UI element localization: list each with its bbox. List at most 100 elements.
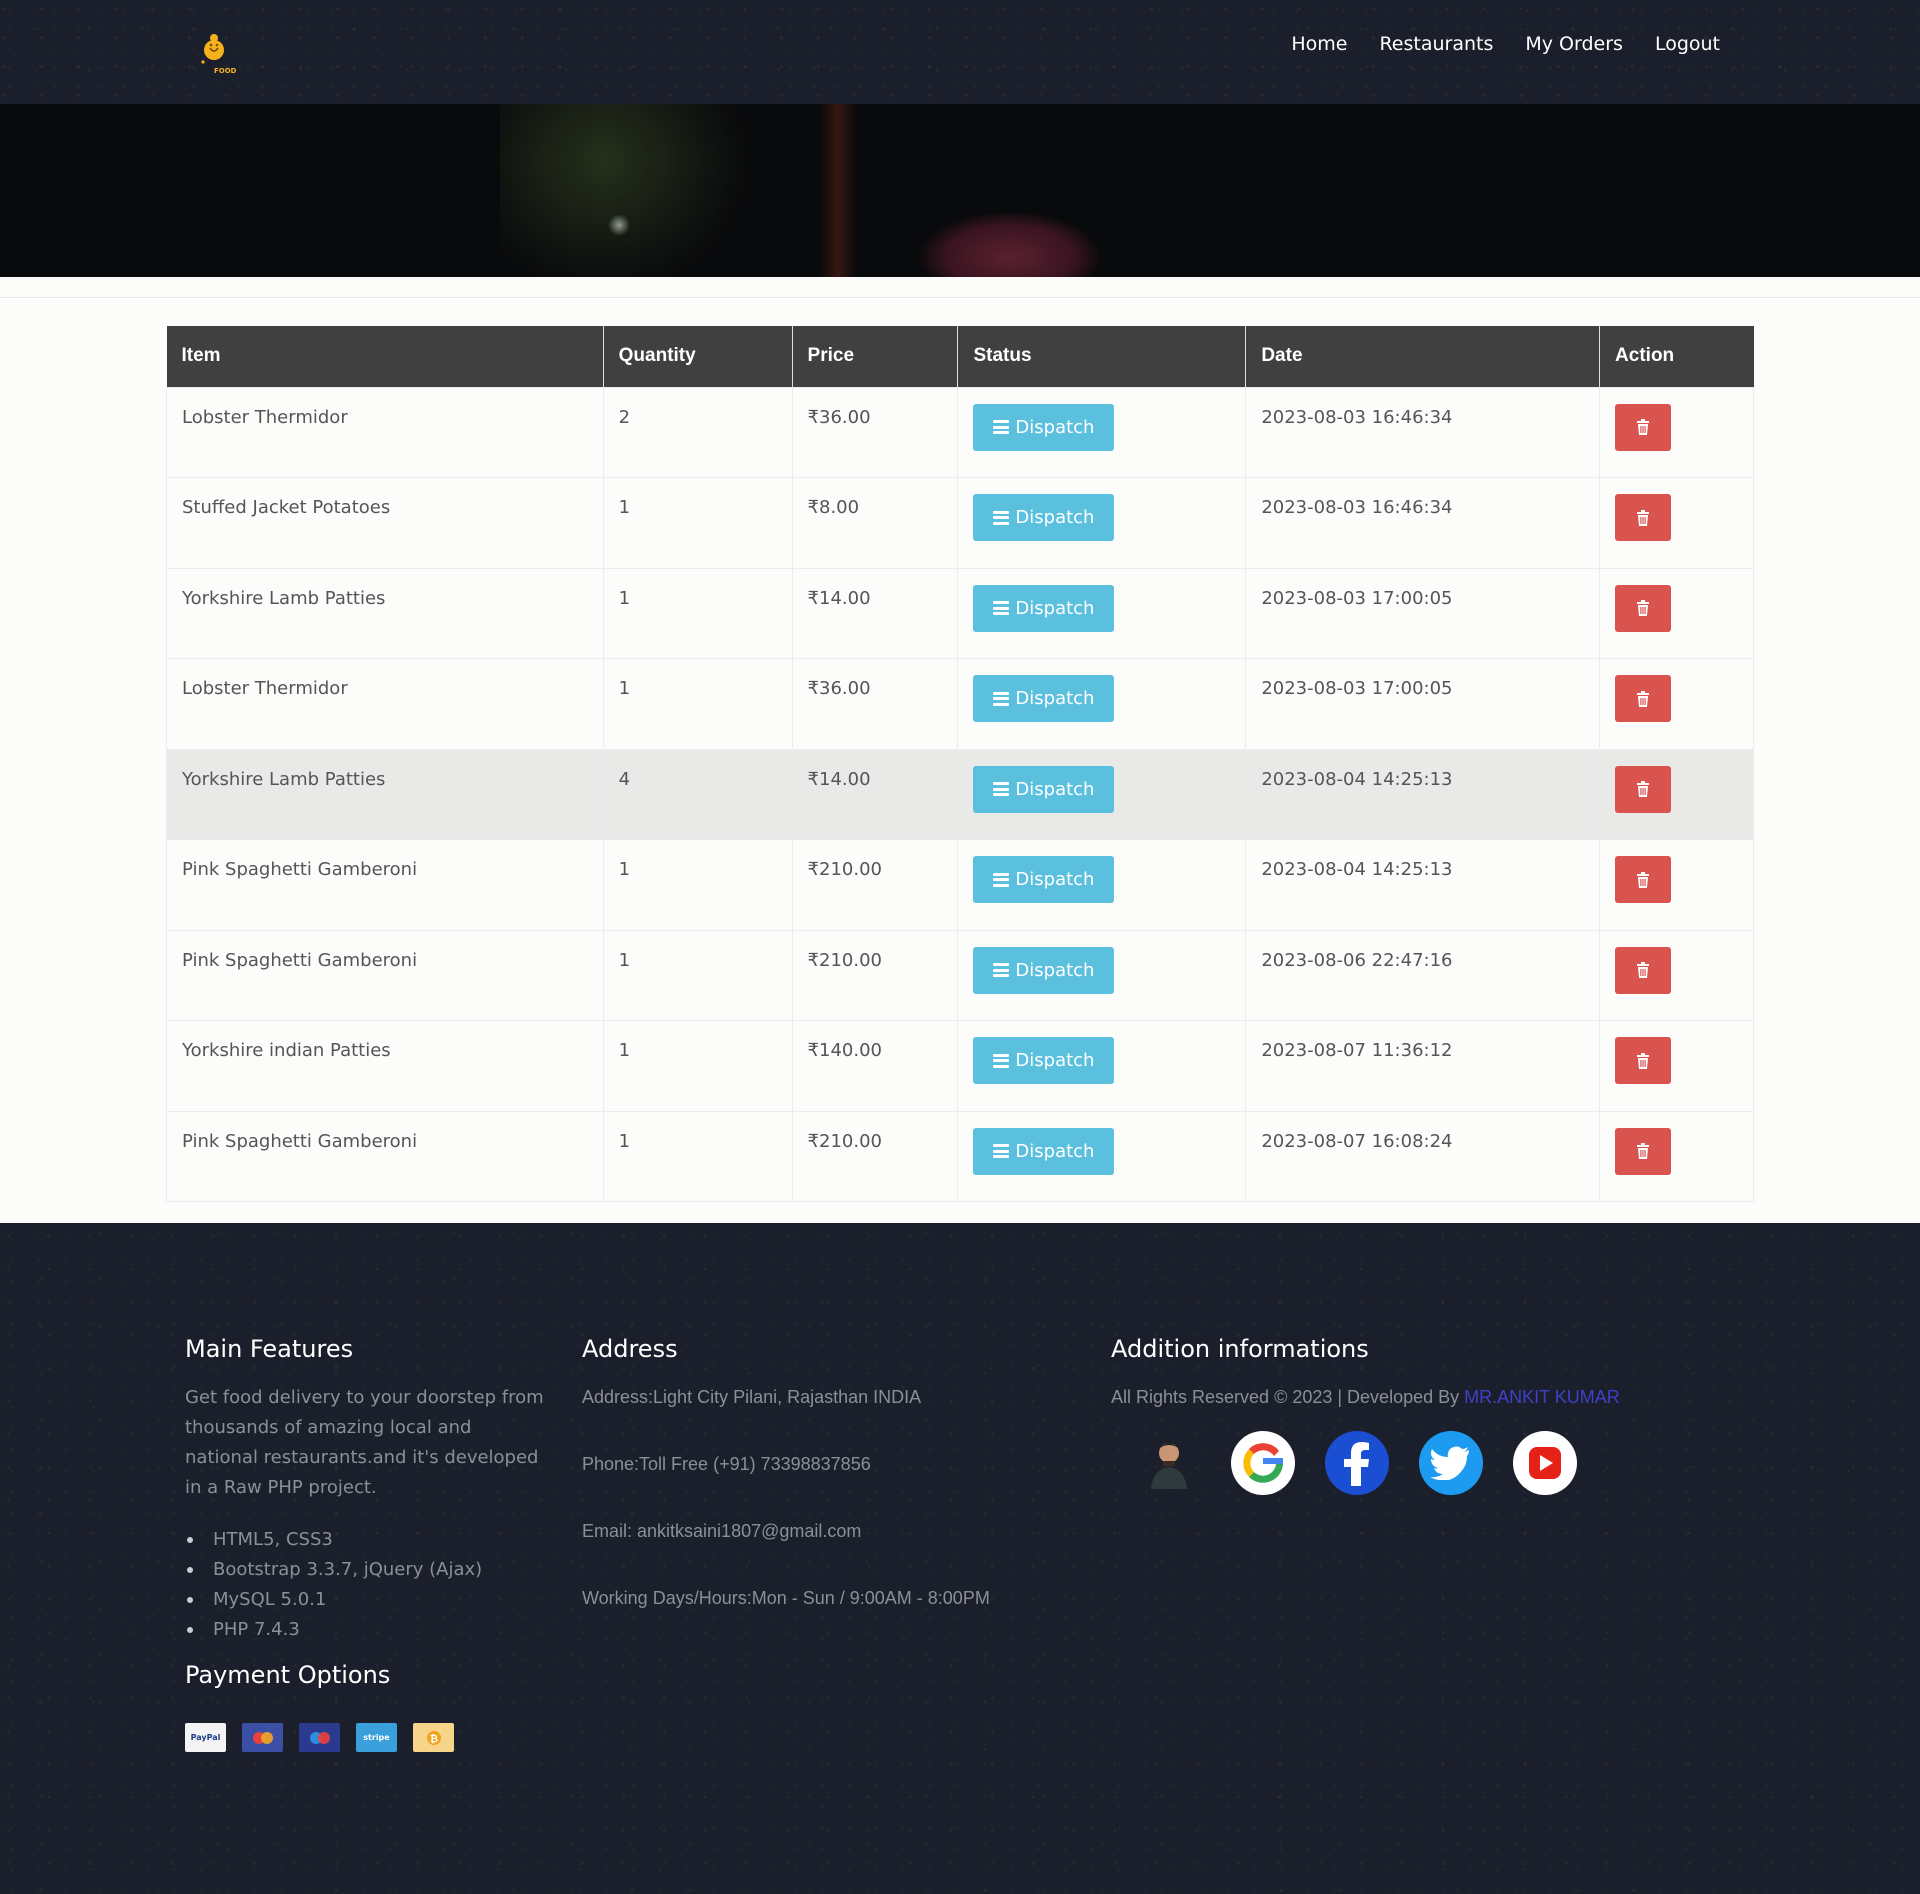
trash-icon <box>1637 962 1650 978</box>
dispatch-label: Dispatch <box>1015 1140 1095 1162</box>
nav-restaurants[interactable]: Restaurants <box>1363 30 1509 58</box>
cell-status: Dispatch <box>957 1110 1246 1202</box>
cell-status: Dispatch <box>957 386 1246 478</box>
nav-my-orders[interactable]: My Orders <box>1509 30 1639 58</box>
developer-link[interactable]: MR.ANKIT KUMAR <box>1464 1387 1620 1407</box>
payment-icons: PayPal stripe ₿ <box>185 1723 454 1752</box>
orders-table: Item Quantity Price Status Date Action L… <box>166 326 1754 1202</box>
nav-logout[interactable]: Logout <box>1639 30 1736 58</box>
dispatch-button[interactable]: Dispatch <box>973 584 1115 632</box>
cell-quantity: 1 <box>602 929 793 1021</box>
table-row: Pink Spaghetti Gamberoni 1 ₹210.00 Dispatch… <box>166 1110 1754 1202</box>
top-navbar: FOOD Home Restaurants My Orders Logout <box>0 0 1920 104</box>
delete-order-button[interactable] <box>1615 946 1672 994</box>
dispatch-button[interactable]: Dispatch <box>973 1037 1115 1084</box>
menu-bars-icon <box>993 872 1010 887</box>
dispatch-button[interactable]: Dispatch <box>973 856 1115 903</box>
dispatch-button[interactable]: Dispatch <box>973 765 1115 813</box>
dispatch-label: Dispatch <box>1015 597 1095 619</box>
delete-order-button[interactable] <box>1615 1127 1672 1175</box>
dispatch-button[interactable]: Dispatch <box>973 403 1115 451</box>
table-row: Stuffed Jacket Potatoes 1 ₹8.00 Dispatch 202… <box>166 477 1754 568</box>
facebook-icon[interactable] <box>1325 1431 1389 1495</box>
col-header-price: Price <box>791 326 958 387</box>
delete-order-button[interactable] <box>1615 765 1672 813</box>
menu-bars-icon <box>993 510 1010 525</box>
table-header-row: Item Quantity Price Status Date Action <box>166 326 1754 387</box>
cell-action <box>1599 477 1754 568</box>
col-header-date: Date <box>1245 326 1600 387</box>
menu-bars-icon <box>993 420 1010 434</box>
list-item: MySQL 5.0.1 <box>185 1585 482 1615</box>
cell-price: ₹14.00 <box>791 567 958 659</box>
cell-date: 2023-08-04 14:25:13 <box>1245 748 1600 840</box>
delete-order-button[interactable] <box>1615 856 1672 903</box>
cell-action <box>1599 567 1754 659</box>
dispatch-button[interactable]: Dispatch <box>973 494 1115 541</box>
cell-status: Dispatch <box>957 748 1246 840</box>
menu-bars-icon <box>993 1144 1010 1158</box>
cell-quantity: 1 <box>602 1110 793 1202</box>
cell-status: Dispatch <box>957 1020 1246 1111</box>
dispatch-label: Dispatch <box>1015 778 1095 800</box>
cell-item: Lobster Thermidor <box>166 386 604 478</box>
cell-price: ₹8.00 <box>791 477 958 568</box>
cell-quantity: 1 <box>602 839 793 930</box>
cell-status: Dispatch <box>957 658 1246 749</box>
cell-action <box>1599 929 1754 1021</box>
maestro-icon <box>299 1723 340 1752</box>
features-list: HTML5, CSS3 Bootstrap 3.3.7, jQuery (Aja… <box>185 1525 482 1645</box>
dispatch-button[interactable]: Dispatch <box>973 675 1115 722</box>
food-logo[interactable]: FOOD <box>196 28 238 76</box>
delete-order-button[interactable] <box>1615 403 1672 451</box>
cell-price: ₹210.00 <box>791 839 958 930</box>
twitter-icon[interactable] <box>1419 1431 1483 1495</box>
cell-quantity: 1 <box>602 658 793 749</box>
dispatch-label: Dispatch <box>1015 959 1095 981</box>
main-nav: Home Restaurants My Orders Logout <box>1275 30 1736 58</box>
dispatch-label: Dispatch <box>1015 1050 1095 1071</box>
trash-icon <box>1637 871 1650 888</box>
table-row: Pink Spaghetti Gamberoni 1 ₹210.00 Dispatch… <box>166 839 1754 930</box>
bitcoin-icon: ₿ <box>413 1723 454 1752</box>
menu-bars-icon <box>993 601 1010 615</box>
trash-icon <box>1637 1143 1650 1159</box>
cell-item: Yorkshire indian Patties <box>166 1020 604 1111</box>
nav-home[interactable]: Home <box>1275 30 1363 58</box>
cell-date: 2023-08-03 17:00:05 <box>1245 567 1600 659</box>
col-header-action: Action <box>1599 326 1754 387</box>
google-icon[interactable] <box>1231 1431 1295 1495</box>
dispatch-button[interactable]: Dispatch <box>973 1127 1115 1175</box>
cell-action <box>1599 658 1754 749</box>
dispatch-label: Dispatch <box>1015 869 1095 890</box>
delete-order-button[interactable] <box>1615 1037 1672 1084</box>
social-links <box>1137 1431 1577 1495</box>
youtube-icon[interactable] <box>1513 1431 1577 1495</box>
cell-price: ₹36.00 <box>791 386 958 478</box>
cell-quantity: 1 <box>602 477 793 568</box>
developer-avatar-icon[interactable] <box>1137 1431 1201 1495</box>
payment-title: Payment Options <box>185 1661 391 1689</box>
delete-order-button[interactable] <box>1615 584 1672 632</box>
mastercard-icon <box>242 1723 283 1752</box>
trash-icon <box>1637 781 1650 797</box>
cell-date: 2023-08-03 17:00:05 <box>1245 658 1600 749</box>
delete-order-button[interactable] <box>1615 494 1672 541</box>
cell-quantity: 2 <box>602 386 793 478</box>
cell-item: Yorkshire Lamb Patties <box>166 748 604 840</box>
cell-quantity: 1 <box>602 567 793 659</box>
list-item: Bootstrap 3.3.7, jQuery (Ajax) <box>185 1555 482 1585</box>
trash-icon <box>1637 419 1650 435</box>
cell-item: Pink Spaghetti Gamberoni <box>166 1110 604 1202</box>
menu-bars-icon <box>993 782 1010 796</box>
cell-action <box>1599 386 1754 478</box>
hero-banner-image <box>0 104 1920 277</box>
dispatch-button[interactable]: Dispatch <box>973 946 1115 994</box>
dispatch-label: Dispatch <box>1015 507 1095 528</box>
cell-action <box>1599 748 1754 840</box>
svg-text:₿: ₿ <box>429 1733 437 1745</box>
cell-date: 2023-08-07 11:36:12 <box>1245 1020 1600 1111</box>
cell-status: Dispatch <box>957 567 1246 659</box>
delete-order-button[interactable] <box>1615 675 1672 722</box>
cell-price: ₹36.00 <box>791 658 958 749</box>
